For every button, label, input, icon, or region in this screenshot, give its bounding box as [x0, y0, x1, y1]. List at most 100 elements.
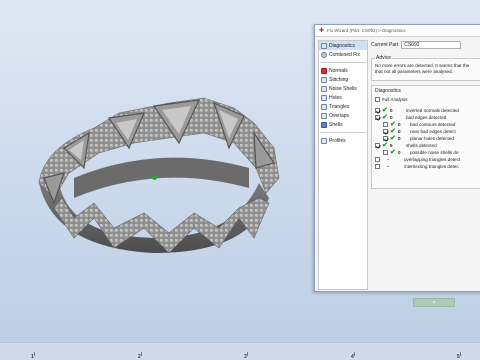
noise-shells-icon — [321, 85, 327, 92]
stitching-icon — [321, 76, 327, 83]
current-part-label: Current Part — [371, 42, 399, 48]
sidebar-item-holes[interactable]: Holes — [319, 93, 367, 102]
sidebar-item-label: Profiles — [329, 137, 346, 144]
sidebar-item-label: Normals — [329, 67, 348, 74]
diagnostic-label: inverted normals detected — [406, 108, 459, 113]
diagnostic-checkbox[interactable] — [383, 150, 388, 155]
diagnostic-checkbox[interactable] — [383, 129, 388, 134]
sidebar-item-label: Holes — [329, 94, 342, 101]
normals-icon — [321, 67, 327, 74]
diagnostic-label: shells detected — [406, 143, 437, 148]
diagnostics-list: ✔ 0 inverted normals detected ✔ 0 bad edges d… — [375, 107, 479, 170]
rotation-center-marker — [152, 175, 157, 180]
sidebar-item-profiles[interactable]: Profiles — [319, 136, 367, 145]
current-part-row: Current Part CS092 — [371, 40, 480, 50]
diagnostic-row[interactable]: ✔ 0 inverted normals detected — [375, 107, 479, 114]
current-part-select[interactable]: CS092 — [401, 41, 462, 49]
full-analysis-checkbox[interactable] — [375, 97, 380, 102]
check-icon: ✔ — [390, 149, 396, 156]
check-icon: ✔ — [382, 114, 388, 121]
diagnostic-value: 5 — [390, 143, 393, 148]
sidebar-item-shells[interactable]: Shells — [319, 120, 367, 129]
ruler-label: 1 — [31, 354, 34, 360]
diagnostic-value: 0 — [390, 115, 393, 120]
overlaps-icon — [321, 112, 327, 119]
sidebar-item-noise-shells[interactable]: Noise Shells — [319, 84, 367, 93]
app-logo-icon: ✚ — [319, 28, 325, 34]
fix-icon: ⚑ — [431, 299, 437, 305]
ruler-label: 3 — [244, 354, 247, 360]
wrench-icon — [321, 51, 327, 58]
sidebar-item-stitching[interactable]: Stitching — [319, 75, 367, 84]
diagnostic-row[interactable]: ✔ 0 bad edges detected — [375, 114, 479, 121]
diagnostic-checkbox[interactable] — [375, 115, 380, 120]
diagnostic-value: 0 — [398, 150, 401, 155]
sidebar-item-diagnostics[interactable]: Diagnostics — [319, 41, 367, 50]
advice-group: Advice No more errors are detected. It s… — [371, 55, 480, 81]
diagnostic-checkbox[interactable] — [375, 108, 380, 113]
ruler-label: 2 — [138, 354, 141, 360]
diagnostic-row[interactable]: • intersecting triangles detec — [375, 163, 479, 170]
sidebar-item-overlaps[interactable]: Overlaps — [319, 111, 367, 120]
wizard-button-bar: ⚑ — [371, 298, 480, 308]
diagnostics-title: Diagnostics — [375, 88, 401, 94]
diagnostic-label: possible noise shells de — [410, 150, 459, 155]
ruler: 1 2 3 4 5 — [0, 342, 480, 360]
diagnostic-value: 0 — [390, 108, 393, 113]
diagnostic-checkbox[interactable] — [375, 143, 380, 148]
dialog-titlebar[interactable]: ✚ Fix Wizard (Part: CS092) > Diagnostics — [315, 25, 480, 37]
check-icon: ✔ — [390, 128, 396, 135]
shells-icon — [321, 121, 327, 128]
profiles-icon — [321, 137, 327, 144]
diagnostic-label: planar holes detected — [410, 136, 454, 141]
diagnostic-row[interactable]: ✔ 0 near bad edges detect — [375, 128, 479, 135]
triangles-icon — [321, 103, 327, 110]
diagnostic-row[interactable]: ✔ 0 planar holes detected — [375, 135, 479, 142]
diagnostic-label: near bad edges detect — [410, 129, 456, 134]
sidebar-item-triangles[interactable]: Triangles — [319, 102, 367, 111]
sidebar-item-label: Overlaps — [329, 112, 350, 119]
advice-text: that not all parameters were analysed. — [375, 69, 453, 74]
diagnostic-label: bad edges detected — [406, 115, 447, 120]
sidebar-item-label: Shells — [329, 121, 343, 128]
diagnostic-label: bad contours detected — [410, 122, 456, 127]
wizard-sidebar: Diagnostics Combined Fix Normals Stitchi… — [318, 40, 368, 290]
check-icon: ✔ — [390, 121, 396, 128]
sidebar-item-label: Triangles — [329, 103, 350, 110]
sidebar-item-label: Noise Shells — [329, 85, 357, 92]
check-icon: ✔ — [382, 107, 388, 114]
sidebar-divider — [320, 62, 366, 63]
diagnostic-checkbox[interactable] — [375, 157, 380, 162]
holes-icon — [321, 94, 327, 101]
full-analysis-label: Full Analysis — [382, 97, 408, 102]
fix-button[interactable]: ⚑ — [413, 298, 455, 307]
sidebar-item-label: Stitching — [329, 76, 349, 83]
wizard-icon — [321, 42, 327, 49]
diagnostic-label: overlapping triangles detect — [404, 157, 461, 162]
diagnostic-value: • — [387, 164, 389, 169]
diagnostic-value: • — [387, 157, 389, 162]
diagnostic-checkbox[interactable] — [375, 164, 380, 169]
sidebar-item-label: Diagnostics — [329, 42, 355, 49]
check-icon: ✔ — [390, 135, 396, 142]
check-icon: ✔ — [382, 142, 388, 149]
diagnostic-row[interactable]: • overlapping triangles detect — [375, 156, 479, 163]
full-analysis-row[interactable]: Full Analysis — [375, 96, 479, 103]
dialog-title: Fix Wizard (Part: CS092) > Diagnostics — [327, 28, 406, 33]
diagnostic-label: intersecting triangles detec — [404, 164, 459, 169]
sidebar-item-combined-fix[interactable]: Combined Fix — [319, 50, 367, 59]
diagnostic-checkbox[interactable] — [383, 136, 388, 141]
diagnostic-row[interactable]: ✔ 0 possible noise shells de — [375, 149, 479, 156]
ring-model[interactable] — [34, 88, 284, 268]
ruler-label: 5 — [457, 354, 460, 360]
diagnostic-row[interactable]: ✔ 5 shells detected — [375, 142, 479, 149]
diagnostic-value: 0 — [398, 129, 401, 134]
sidebar-item-normals[interactable]: Normals — [319, 66, 367, 75]
diagnostic-row[interactable]: ✔ 0 bad contours detected — [375, 121, 479, 128]
ruler-label: 4 — [351, 354, 354, 360]
diagnostics-group: Diagnostics Full Analysis ✔ 0 inverted nor… — [371, 85, 480, 189]
fix-wizard-dialog: ✚ Fix Wizard (Part: CS092) > Diagnostics… — [314, 24, 480, 307]
diagnostic-value: 0 — [398, 136, 401, 141]
diagnostic-checkbox[interactable] — [383, 122, 388, 127]
diagnostics-panel: Current Part CS092 Advice No more errors… — [371, 40, 480, 307]
